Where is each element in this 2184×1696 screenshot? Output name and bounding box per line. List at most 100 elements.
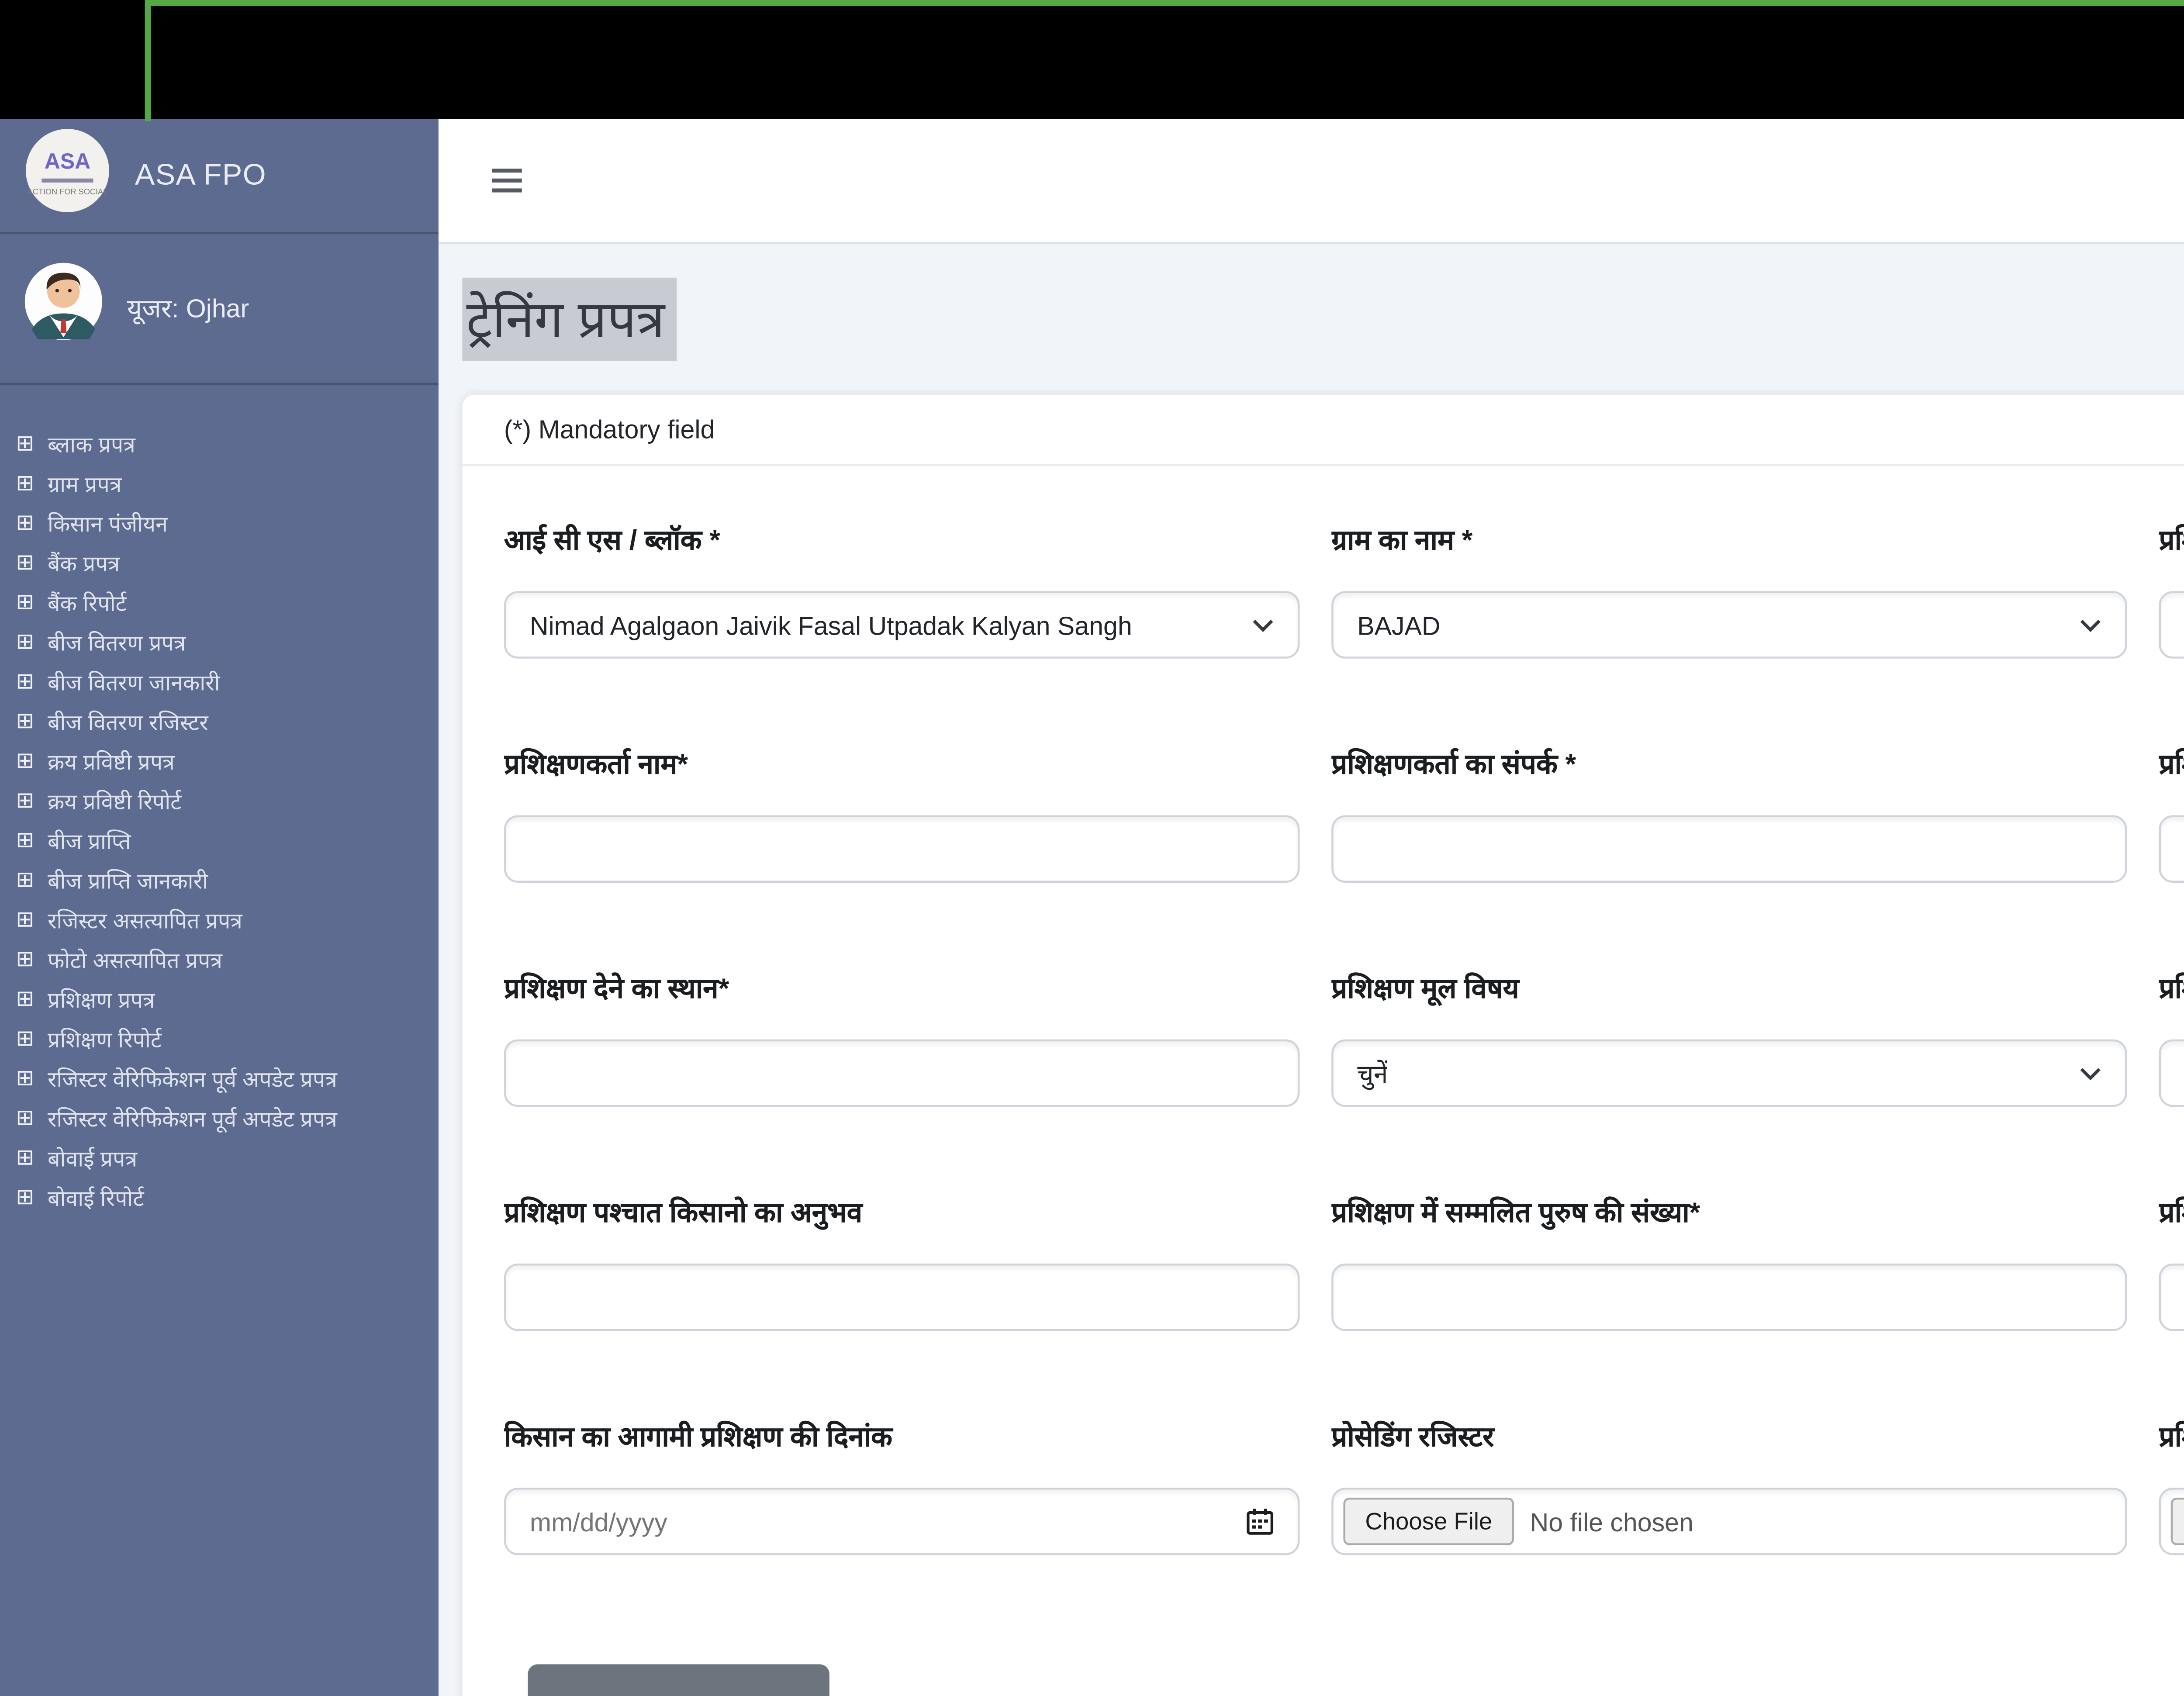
top-navbar: Nimad Farmers Producesr Company LTD Log … [438,119,2184,244]
sidebar-item-photo-unverified-form[interactable]: ⊞ फोटो असत्यापित प्रपत्र [16,940,439,980]
brand-logo-icon: ASA ACTION FOR SOCIAL [24,127,111,225]
sidebar-item-seed-receipt[interactable]: ⊞ बीज प्राप्ति [16,821,439,861]
field-label: प्रशिक्षण मूल विषय [1331,972,1519,1004]
sidebar-item-farmer-registration[interactable]: ⊞ किसान पंजीयन [16,504,439,544]
field-label: प्रशिक्षण की दिनांक * [2159,748,2184,780]
hamburger-icon[interactable] [492,162,524,198]
next-training-date-input[interactable]: mm/dd/yyyy [504,1488,1300,1555]
table-icon: ⊞ [16,431,35,456]
sidebar-menu: ⊞ ब्लाक प्रपत्र ⊞ ग्राम प्रपत्र ⊞ किसान पंज… [0,389,439,1218]
field-label: प्रशिक्षणकर्ता नाम* [504,748,688,780]
field-label: प्रोसेडिंग रजिस्टर [1331,1420,1494,1452]
table-icon: ⊞ [16,629,35,654]
form-card: (*) Mandatory field आई सी एस / ब्लॉक * N… [462,394,2184,1696]
training-date-input[interactable]: mm/dd/yyyy [2159,815,2184,883]
user-avatar [24,262,104,351]
field-label: किसान का आगामी प्रशिक्षण की दिनांक [504,1420,893,1452]
sidebar-item-register-unverified-form[interactable]: ⊞ रजिस्टर असत्यापित प्रपत्र [16,901,439,940]
sidebar-item-seed-distribution-register[interactable]: ⊞ बीज वितरण रजिस्टर [16,702,439,742]
table-icon: ⊞ [16,828,35,852]
field-label: प्रशिक्षण पश्चात किसानो का अनुभव [504,1196,863,1228]
trainer-contact-input[interactable] [1331,815,2127,883]
user-panel: यूजर: Ojhar [0,234,439,385]
choose-file-button[interactable]: Choose File [2170,1497,2184,1545]
table-icon: ⊞ [16,709,35,733]
proceeding-register-file[interactable]: Choose File No file chosen [1331,1488,2127,1555]
table-icon: ⊞ [16,867,35,892]
svg-text:ASA: ASA [45,149,90,173]
female-count-input[interactable] [2159,1263,2184,1331]
sidebar-item-purchase-entry-form[interactable]: ⊞ क्रय प्रविष्टी प्रपत्र [16,742,439,782]
table-icon: ⊞ [16,471,35,495]
sidebar-item-register-verification-update-form[interactable]: ⊞ रजिस्टर वेरिफिकेशन पूर्व अपडेट प्रपत्र [16,1059,439,1099]
table-icon: ⊞ [16,907,35,932]
training-photo-file[interactable]: Choose File No file chosen [2159,1488,2184,1555]
training-topic-select[interactable] [2159,1039,2184,1107]
field-label: प्रशिक्षण में सम्मलित महिलाओं की संख्या* [2159,1196,2184,1228]
field-label: आई सी एस / ब्लॉक * [504,523,720,556]
field-label: प्रशिक्षण देने का स्थान* [504,972,729,1004]
svg-text:ACTION FOR SOCIAL: ACTION FOR SOCIAL [28,187,108,196]
chevron-down-icon [1253,618,1273,631]
brand-name: ASA FPO [135,159,267,193]
table-icon: ⊞ [16,788,35,812]
chevron-down-icon [2080,618,2101,631]
training-form: आई सी एस / ब्लॉक * Nimad Agalgaon Jaivik… [462,466,2184,1696]
table-icon: ⊞ [16,511,35,535]
chevron-down-icon [2080,1067,2101,1080]
table-icon: ⊞ [16,1105,35,1130]
page-title: ट्रेनिंग प्रपत्र [462,277,677,361]
screenshot-canvas: ASA ACTION FOR SOCIAL ASA FPO यूजर: Ojha… [0,0,2184,1696]
table-icon: ⊞ [16,590,35,614]
sidebar-item-bank-report[interactable]: ⊞ बैंक रिपोर्ट [16,583,439,623]
sidebar-item-village-form[interactable]: ⊞ ग्राम प्रपत्र [16,464,439,504]
sidebar-item-training-report[interactable]: ⊞ प्रशिक्षण रिपोर्ट [16,1019,439,1059]
ics-block-select[interactable]: Nimad Agalgaon Jaivik Fasal Utpadak Kaly… [504,591,1300,659]
frame-border-top [147,0,2184,6]
village-name-select[interactable]: BAJAD [1331,591,2127,659]
male-count-input[interactable] [1331,1263,2127,1331]
training-main-topic-select[interactable]: चुनें [1331,1039,2127,1107]
farmer-experience-input[interactable] [504,1263,1300,1331]
field-label: प्रशिक्षणकर्ता का संपर्क * [1331,748,1576,780]
field-label: ग्राम का नाम * [1331,523,1473,556]
trainer-department-select[interactable]: PAPL [2159,591,2184,659]
table-icon: ⊞ [16,947,35,971]
main-area: Nimad Farmers Producesr Company LTD Log … [438,119,2184,1696]
sidebar-item-seed-distribution-form[interactable]: ⊞ बीज वितरण प्रपत्र [16,623,439,663]
field-label: प्रशिक्षण विषय * [2159,972,2184,1004]
table-icon: ⊞ [16,669,35,694]
table-icon: ⊞ [16,1066,35,1090]
table-icon: ⊞ [16,550,35,574]
sidebar-item-register-verification-update-form-2[interactable]: ⊞ रजिस्टर वेरिफिकेशन पूर्व अपडेट प्रपत्र [16,1099,439,1139]
table-icon: ⊞ [16,749,35,773]
sidebar-item-block-form[interactable]: ⊞ ब्लाक प्रपत्र [16,425,439,464]
submit-button[interactable] [528,1664,829,1696]
choose-file-button[interactable]: Choose File [1343,1497,1514,1545]
brand: ASA ACTION FOR SOCIAL ASA FPO [0,119,439,234]
table-icon: ⊞ [16,1185,35,1209]
sidebar-item-seed-distribution-info[interactable]: ⊞ बीज वितरण जानकारी [16,663,439,702]
field-label: प्रशिक्षणकर्ता का विभाग * [2159,523,2184,556]
sidebar-item-seed-receipt-info[interactable]: ⊞ बीज प्राप्ति जानकारी [16,861,439,901]
user-name: यूजर: Ojhar [127,292,249,322]
app-window: ASA ACTION FOR SOCIAL ASA FPO यूजर: Ojha… [0,119,2184,1696]
sidebar-item-purchase-entry-report[interactable]: ⊞ क्रय प्रविष्टी रिपोर्ट [16,781,439,821]
training-place-input[interactable] [504,1039,1300,1107]
table-icon: ⊞ [16,987,35,1011]
field-label: प्रशिक्षण फोटो (बैनर सहित) [2159,1420,2184,1452]
table-icon: ⊞ [16,1026,35,1050]
sidebar: ASA ACTION FOR SOCIAL ASA FPO यूजर: Ojha… [0,119,439,1696]
content-header: ट्रेनिंग प्रपत्र [439,244,2184,395]
trainer-name-input[interactable] [504,815,1300,883]
sidebar-item-sowing-report[interactable]: ⊞ बोवाई रिपोर्ट [16,1178,439,1218]
sidebar-item-bank-form[interactable]: ⊞ बैंक प्रपत्र [16,543,439,583]
frame-border-top-left [145,0,151,121]
file-status-text: No file chosen [1530,1506,1693,1537]
sidebar-item-sowing-form[interactable]: ⊞ बोवाई प्रपत्र [16,1139,439,1178]
field-label: प्रशिक्षण में सम्मलित पुरुष की संख्या* [1331,1196,1700,1228]
mandatory-note: (*) Mandatory field [462,395,2184,466]
calendar-icon[interactable] [1246,1508,1274,1536]
table-icon: ⊞ [16,1145,35,1170]
sidebar-item-training-form[interactable]: ⊞ प्रशिक्षण प्रपत्र [16,980,439,1020]
